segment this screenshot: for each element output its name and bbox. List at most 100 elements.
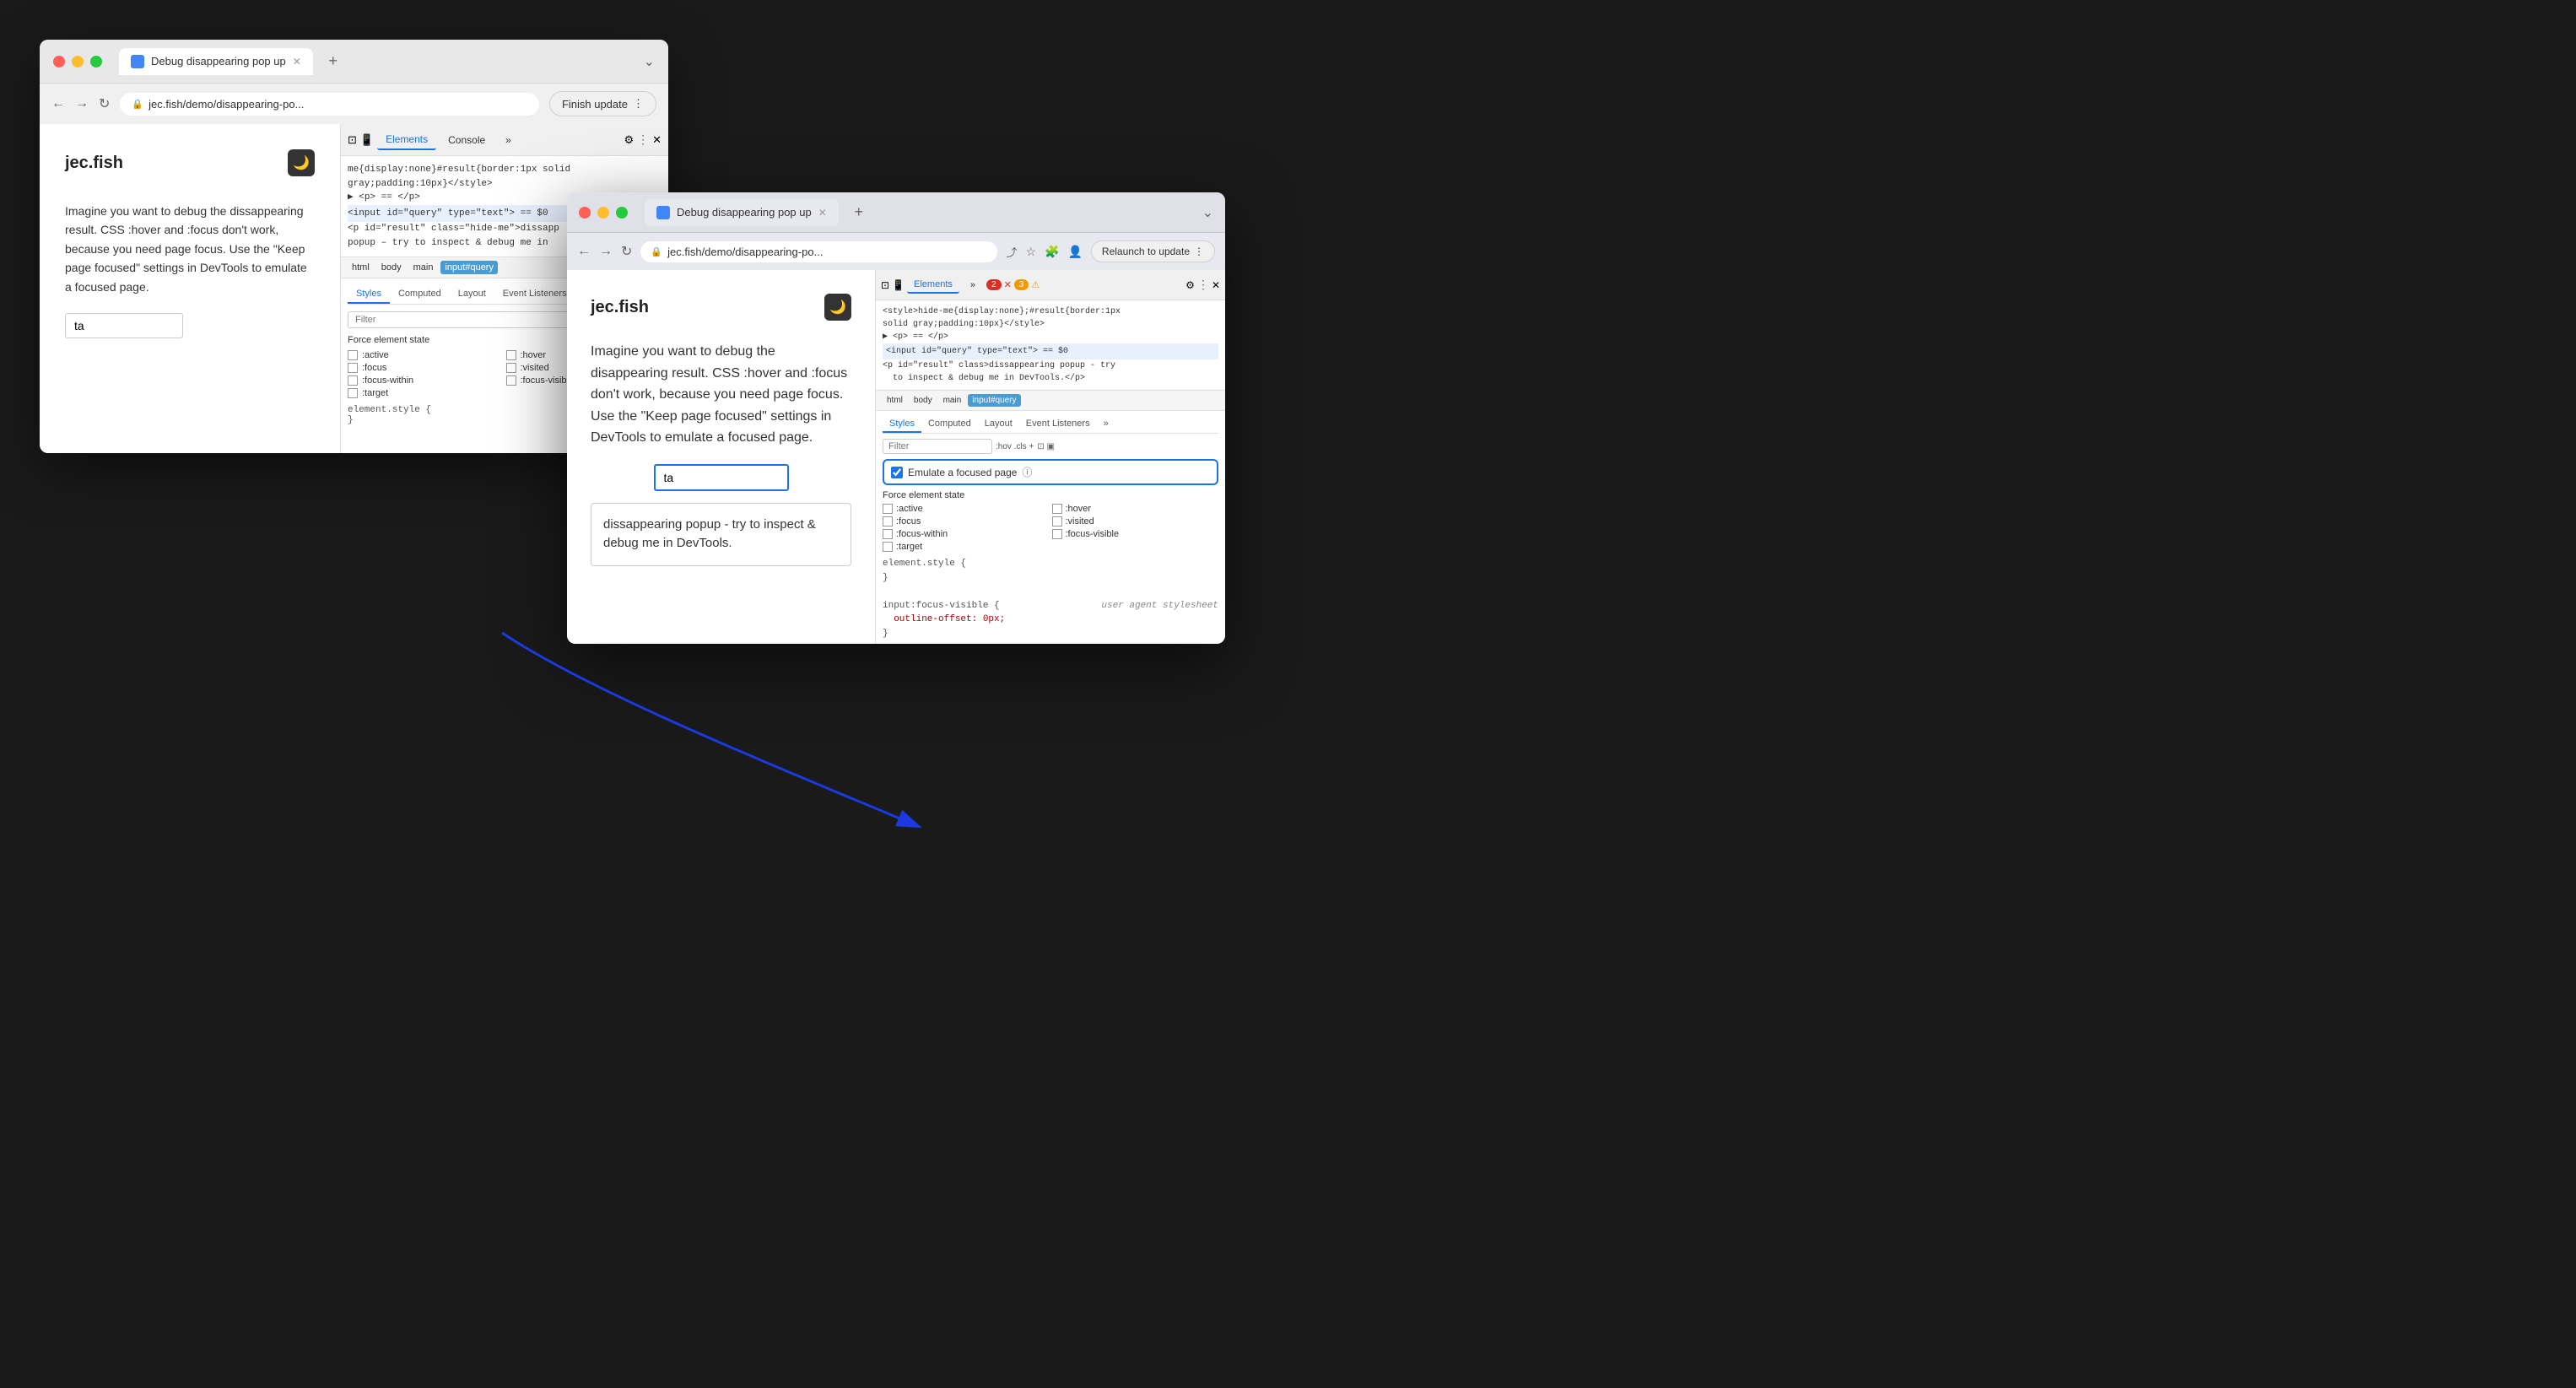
styles-tab-computed[interactable]: Computed bbox=[390, 285, 450, 304]
minimize-button-2[interactable] bbox=[597, 207, 609, 219]
devtools-gear-icon-1[interactable]: ⚙ bbox=[624, 133, 634, 147]
styles-tab-layout[interactable]: Layout bbox=[450, 285, 494, 304]
tab-dropdown-1[interactable]: ⌄ bbox=[644, 53, 655, 70]
back-button-1[interactable]: ← bbox=[51, 96, 65, 111]
new-tab-button-1[interactable]: + bbox=[321, 50, 345, 73]
state-label-active-1: :active bbox=[362, 350, 389, 360]
code2-line-4: <p id="result" class>dissappearing popup… bbox=[883, 361, 1115, 370]
state2-cb-focuswithin[interactable] bbox=[883, 529, 893, 539]
breadcrumb2-body[interactable]: body bbox=[910, 394, 937, 407]
demo-input-2[interactable] bbox=[654, 464, 789, 491]
state-cb-focusvisible-1[interactable] bbox=[506, 375, 516, 386]
breadcrumb-body-1[interactable]: body bbox=[377, 261, 406, 274]
reload-button-1[interactable]: ↻ bbox=[99, 95, 110, 112]
minimize-button-1[interactable] bbox=[72, 56, 84, 68]
profile-icon-2[interactable]: 👤 bbox=[1067, 245, 1082, 259]
dark-toggle-2[interactable]: 🌙 bbox=[824, 294, 851, 321]
state2-cb-hover[interactable] bbox=[1052, 504, 1062, 514]
webpage-1: jec.fish 🌙 Imagine you want to debug the… bbox=[40, 124, 340, 453]
state-cb-target-1[interactable] bbox=[348, 388, 358, 398]
maximize-button-1[interactable] bbox=[90, 56, 102, 68]
tab-dropdown-2[interactable]: ⌄ bbox=[1202, 204, 1213, 221]
styles-tab2-computed[interactable]: Computed bbox=[921, 416, 978, 433]
state-cb-focuswithin-1[interactable] bbox=[348, 375, 358, 386]
force-state-grid-2: :active :hover :focus :visited bbox=[883, 504, 1218, 552]
force-state-title-2: Force element state bbox=[883, 490, 1218, 500]
active-tab-1[interactable]: Debug disappearing pop up ✕ bbox=[119, 48, 313, 75]
extension-icon-2[interactable]: 🧩 bbox=[1045, 245, 1059, 259]
styles-tab-events[interactable]: Event Listeners bbox=[494, 285, 575, 304]
state-cb-hover-1[interactable] bbox=[506, 350, 516, 360]
active-tab-2[interactable]: Debug disappearing pop up ✕ bbox=[645, 199, 839, 226]
devtools-device-icon-2[interactable]: 📱 bbox=[892, 279, 905, 291]
reload-button-2[interactable]: ↻ bbox=[621, 243, 632, 260]
filter-tags-2: :hov .cls + bbox=[996, 442, 1034, 451]
state2-cb-active[interactable] bbox=[883, 504, 893, 514]
addressbar-2: ← → ↻ 🔒 jec.fish/demo/disappearing-po...… bbox=[567, 233, 1225, 270]
styles-tab2-layout[interactable]: Layout bbox=[978, 416, 1019, 433]
code2-highlight[interactable]: <input id="query" type="text"> == $0 bbox=[883, 343, 1218, 359]
breadcrumb2-input[interactable]: input#query bbox=[968, 394, 1020, 407]
state2-label-active: :active bbox=[896, 504, 923, 514]
styles-tab-styles[interactable]: Styles bbox=[348, 285, 390, 304]
devtools-gear-icon-2[interactable]: ⚙ bbox=[1185, 279, 1195, 291]
devtools-tab-console-1[interactable]: Console bbox=[440, 131, 494, 149]
maximize-button-2[interactable] bbox=[616, 207, 628, 219]
forward-button-1[interactable]: → bbox=[75, 96, 89, 111]
star-icon-2[interactable]: ☆ bbox=[1025, 245, 1036, 259]
site-body-1: Imagine you want to debug the dissappear… bbox=[65, 202, 315, 296]
forward-button-2[interactable]: → bbox=[599, 244, 613, 259]
address-box-1[interactable]: 🔒 jec.fish/demo/disappearing-po... bbox=[120, 93, 539, 116]
styles-tabs-2: Styles Computed Layout Event Listeners » bbox=[883, 416, 1218, 434]
help-icon[interactable]: ⓘ bbox=[1022, 465, 1032, 479]
state-cb-visited-1[interactable] bbox=[506, 363, 516, 373]
warn-icon: ⚠ bbox=[1031, 279, 1040, 290]
tab-close-2[interactable]: ✕ bbox=[818, 207, 827, 219]
state2-label-target: :target bbox=[896, 542, 922, 552]
emulate-focused-row: Emulate a focused page ⓘ bbox=[883, 459, 1218, 485]
dark-toggle-1[interactable]: 🌙 bbox=[288, 149, 315, 176]
devtools-tab-more-2[interactable]: » bbox=[962, 277, 984, 294]
devtools-tab-elements-2[interactable]: Elements bbox=[907, 277, 959, 294]
traffic-lights-1 bbox=[53, 56, 102, 68]
styles-tab2-styles[interactable]: Styles bbox=[883, 416, 921, 433]
back-button-2[interactable]: ← bbox=[577, 244, 591, 259]
state-cb-active-1[interactable] bbox=[348, 350, 358, 360]
state2-cb-focus[interactable] bbox=[883, 516, 893, 527]
popup-box-2: dissappearing popup - try to inspect & d… bbox=[591, 503, 851, 566]
state2-cb-visited[interactable] bbox=[1052, 516, 1062, 527]
close-button-2[interactable] bbox=[579, 207, 591, 219]
filter-input-2[interactable] bbox=[883, 439, 992, 454]
tab-close-1[interactable]: ✕ bbox=[293, 56, 301, 68]
devtools-close-icon-2[interactable]: ✕ bbox=[1212, 279, 1220, 291]
breadcrumb2-main[interactable]: main bbox=[939, 394, 966, 407]
breadcrumb-input-1[interactable]: input#query bbox=[440, 261, 498, 274]
close-button-1[interactable] bbox=[53, 56, 65, 68]
devtools-tab-elements-1[interactable]: Elements bbox=[377, 130, 436, 150]
styles-tab2-more[interactable]: » bbox=[1097, 416, 1115, 433]
demo-input-1[interactable] bbox=[65, 313, 183, 338]
finish-update-button[interactable]: Finish update ⋮ bbox=[549, 91, 656, 116]
breadcrumb-main-1[interactable]: main bbox=[409, 261, 438, 274]
styles-tab2-events[interactable]: Event Listeners bbox=[1019, 416, 1097, 433]
devtools-dots-icon-2[interactable]: ⋮ bbox=[1197, 278, 1209, 292]
state-cb-focus-1[interactable] bbox=[348, 363, 358, 373]
new-tab-button-2[interactable]: + bbox=[847, 201, 871, 224]
devtools-tab-more-1[interactable]: » bbox=[497, 131, 520, 149]
devtools-inspect-icon-2[interactable]: ⊡ bbox=[881, 279, 889, 291]
relaunch-update-button[interactable]: Relaunch to update ⋮ bbox=[1091, 240, 1215, 262]
state2-cb-focusvisible[interactable] bbox=[1052, 529, 1062, 539]
popup-text-2: dissappearing popup - try to inspect & d… bbox=[603, 517, 816, 551]
emulate-focused-checkbox[interactable] bbox=[891, 467, 903, 478]
devtools-dots-icon-1[interactable]: ⋮ bbox=[637, 132, 649, 147]
state2-focusvisible: :focus-visible bbox=[1052, 529, 1219, 539]
address-box-2[interactable]: 🔒 jec.fish/demo/disappearing-po... bbox=[640, 241, 997, 262]
devtools-inspect-icon[interactable]: ⊡ bbox=[348, 133, 357, 147]
state2-label-visited: :visited bbox=[1066, 516, 1094, 527]
devtools-device-icon[interactable]: 📱 bbox=[360, 133, 374, 147]
devtools-close-icon-1[interactable]: ✕ bbox=[652, 133, 662, 147]
share-icon-2[interactable]: ⤴ bbox=[1006, 244, 1017, 260]
breadcrumb-html-1[interactable]: html bbox=[348, 261, 374, 274]
breadcrumb2-html[interactable]: html bbox=[883, 394, 907, 407]
state2-cb-target[interactable] bbox=[883, 542, 893, 552]
